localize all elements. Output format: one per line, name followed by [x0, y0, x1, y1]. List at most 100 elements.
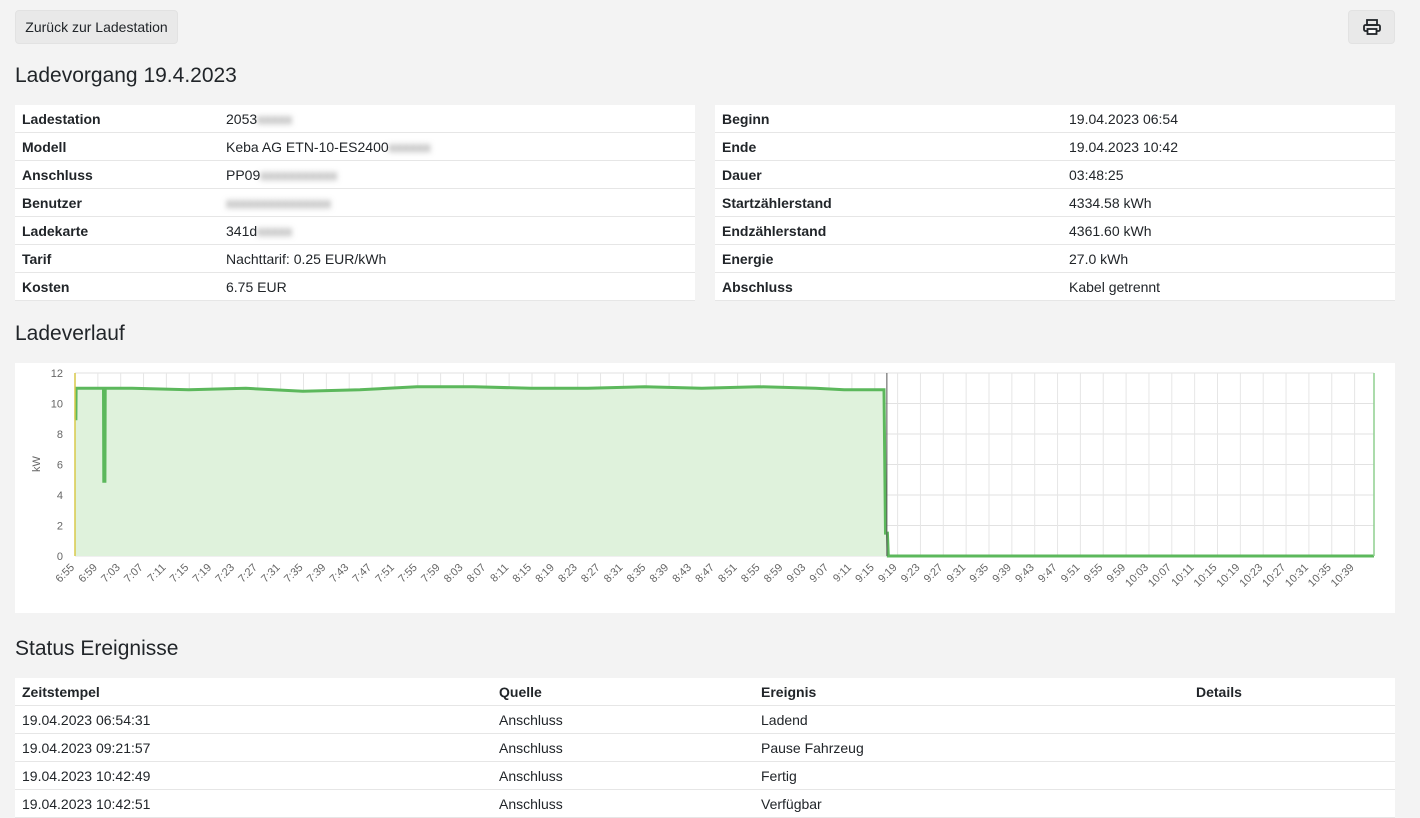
info-right-value-text: 27.0 kWh: [1069, 250, 1129, 267]
event-cell: [1189, 789, 1395, 818]
info-right-value: 19.04.2023 10:42: [1062, 132, 1395, 161]
x-tick-label: 9:35: [967, 562, 991, 586]
info-right-row: Beginn 19.04.2023 06:54: [715, 105, 1395, 133]
status-events-title: Status Ereignisse: [15, 637, 179, 660]
x-tick-label: 7:35: [282, 562, 306, 586]
info-right-row: Startzählerstand 4334.58 kWh: [715, 188, 1395, 217]
info-right-value: 4361.60 kWh: [1062, 216, 1395, 245]
info-right-value-text: 4334.58 kWh: [1069, 194, 1152, 211]
info-right-value: 27.0 kWh: [1062, 244, 1395, 273]
info-left-key: Modell: [15, 132, 219, 161]
x-tick-label: 7:15: [168, 562, 192, 586]
event-cell: [1189, 733, 1395, 762]
x-tick-label: 8:11: [488, 562, 511, 585]
info-right-value: 4334.58 kWh: [1062, 188, 1395, 217]
info-left-row: Kosten 6.75 EUR: [15, 272, 695, 301]
x-tick-label: 7:03: [99, 562, 123, 586]
info-right-value-text: 4361.60 kWh: [1069, 222, 1152, 239]
x-tick-label: 10:19: [1215, 562, 1243, 590]
info-left-key: Ladekarte: [15, 216, 219, 245]
x-tick-label: 10:27: [1260, 562, 1288, 590]
y-axis-label: kW: [31, 455, 43, 472]
x-tick-label: 8:35: [625, 562, 649, 586]
event-row: 19.04.2023 10:42:51 Anschluss Verfügbar: [15, 789, 1395, 818]
print-button[interactable]: [1348, 10, 1395, 44]
x-tick-label: 7:51: [373, 562, 397, 586]
x-tick-label: 8:39: [648, 562, 672, 586]
x-tick-label: 7:27: [236, 562, 260, 586]
x-tick-label: 10:23: [1237, 562, 1265, 590]
info-left-key: Ladestation: [15, 105, 219, 133]
event-cell: Anschluss: [492, 761, 754, 790]
info-right-row: Abschluss Kabel getrennt: [715, 272, 1395, 301]
info-right-key: Dauer: [715, 160, 1062, 189]
event-cell: Anschluss: [492, 705, 754, 734]
event-cell: Ladend: [754, 705, 1189, 734]
info-left-value: 341dxxxxx: [219, 216, 695, 245]
redacted-value: xxxxx: [257, 222, 293, 239]
y-tick-label: 2: [57, 521, 63, 533]
x-tick-label: 10:31: [1283, 562, 1311, 590]
x-tick-label: 9:19: [876, 562, 900, 586]
y-tick-label: 6: [57, 460, 63, 472]
info-left-value: Keba AG ETN-10-ES2400xxxxxx: [219, 132, 695, 161]
event-cell: 19.04.2023 10:42:51: [15, 789, 492, 818]
x-tick-label: 8:55: [739, 562, 763, 586]
info-right-value: Kabel getrennt: [1062, 272, 1395, 301]
x-tick-label: 9:15: [853, 562, 877, 586]
x-tick-label: 10:35: [1306, 562, 1334, 590]
info-left-key: Benutzer: [15, 188, 219, 217]
event-cell: [1189, 761, 1395, 790]
info-left-value-text: 341d: [226, 222, 258, 239]
info-left-row: Modell Keba AG ETN-10-ES2400xxxxxx: [15, 132, 695, 161]
info-left-value-text: 2053: [226, 110, 258, 127]
x-tick-label: 8:07: [465, 562, 489, 586]
redacted-value: xxxxxxxxxxxxxxx: [226, 194, 331, 211]
x-tick-label: 8:59: [762, 562, 786, 586]
redacted-value: xxxxx: [257, 110, 293, 127]
info-left-key: Kosten: [15, 272, 219, 301]
x-tick-label: 7:43: [328, 562, 352, 586]
info-left-row: Ladestation 2053xxxxx: [15, 105, 695, 133]
info-left-value: PP09xxxxxxxxxxx: [219, 160, 695, 189]
x-tick-label: 8:51: [716, 562, 740, 586]
power-area: [75, 386, 1374, 556]
events-header: Details: [1189, 678, 1395, 706]
x-tick-label: 8:15: [510, 562, 534, 586]
info-right-row: Endzählerstand 4361.60 kWh: [715, 216, 1395, 245]
event-cell: Verfügbar: [754, 789, 1189, 818]
session-info-left: Ladestation 2053xxxxx Modell Keba AG ETN-10…: [15, 105, 695, 301]
info-left-value: Nachttarif: 0.25 EUR/kWh: [219, 244, 695, 273]
info-right-value-text: Kabel getrennt: [1069, 278, 1161, 295]
y-tick-label: 8: [57, 429, 63, 441]
x-tick-label: 9:23: [899, 562, 923, 586]
info-left-row: Anschluss PP09xxxxxxxxxxx: [15, 160, 695, 189]
info-left-value-text: Keba AG ETN-10-ES2400: [226, 138, 389, 155]
x-tick-label: 7:11: [145, 562, 168, 585]
event-row: 19.04.2023 09:21:57 Anschluss Pause Fahrze…: [15, 733, 1395, 762]
x-tick-label: 10:39: [1329, 562, 1357, 590]
back-to-station-button[interactable]: Zurück zur Ladestation: [15, 10, 178, 44]
events-header: Zeitstempel: [15, 678, 492, 706]
y-tick-label: 12: [51, 368, 63, 380]
info-left-key: Tarif: [15, 244, 219, 273]
charging-history-title: Ladeverlauf: [15, 322, 125, 345]
event-row: 19.04.2023 06:54:31 Anschluss Ladend: [15, 705, 1395, 734]
event-cell: Anschluss: [492, 789, 754, 818]
info-left-value: 6.75 EUR: [219, 272, 695, 301]
printer-icon: [1362, 19, 1381, 35]
info-right-key: Startzählerstand: [715, 188, 1062, 217]
status-events-table: Zeitstempel Quelle Ereignis Details 19.04.2…: [15, 678, 1395, 818]
page-title: Ladevorgang 19.4.2023: [15, 64, 237, 87]
info-right-value-text: 03:48:25: [1069, 166, 1124, 183]
charging-power-chart: 0 2 4 6 8 10 12 6:55 6:59 7:03 7:07 7:11 7:15 7:19 7:2…: [15, 363, 1395, 613]
info-right-key: Abschluss: [715, 272, 1062, 301]
x-tick-label: 9:47: [1036, 562, 1060, 586]
event-cell: 19.04.2023 10:42:49: [15, 761, 492, 790]
events-header: Quelle: [492, 678, 754, 706]
x-tick-label: 8:31: [602, 562, 626, 586]
session-info-right: Beginn 19.04.2023 06:54 Ende 19.04.2023 10:…: [715, 105, 1395, 301]
redacted-value: xxxxxxxxxxx: [260, 166, 338, 183]
x-tick-label: 9:51: [1059, 562, 1083, 586]
event-cell: Pause Fahrzeug: [754, 733, 1189, 762]
